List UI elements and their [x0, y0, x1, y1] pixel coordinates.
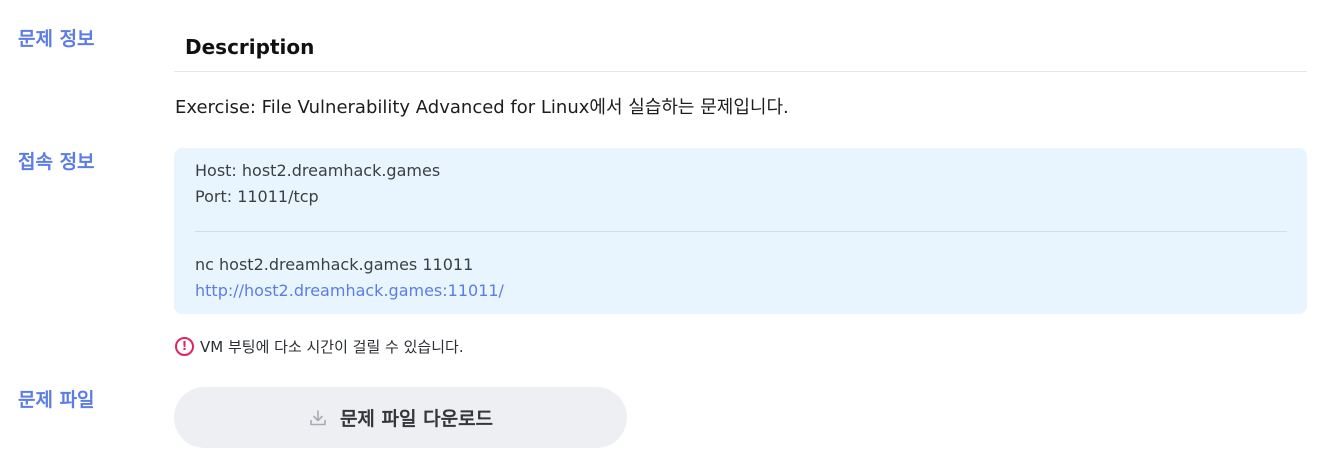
connection-nc-command: nc host2.dreamhack.games 11011 — [195, 255, 474, 274]
section-label-connection-info: 접속 정보 — [18, 151, 95, 173]
section-label-problem-file: 문제 파일 — [18, 389, 95, 411]
connection-divider — [195, 231, 1287, 232]
description-text: Exercise: File Vulnerability Advanced fo… — [175, 97, 789, 118]
connection-info-box: Host: host2.dreamhack.games Port: 11011/… — [174, 148, 1307, 314]
download-icon — [308, 408, 328, 428]
connection-port: Port: 11011/tcp — [195, 187, 319, 206]
alert-circle-icon: ! — [175, 336, 194, 356]
download-button-label: 문제 파일 다운로드 — [339, 408, 494, 430]
download-problem-file-button[interactable]: 문제 파일 다운로드 — [174, 387, 627, 448]
vm-boot-notice: ! VM 부팅에 다소 시간이 걸릴 수 있습니다. — [175, 335, 464, 357]
description-header: Description — [174, 32, 1307, 72]
section-label-problem-info: 문제 정보 — [18, 28, 95, 50]
notice-text: VM 부팅에 다소 시간이 걸릴 수 있습니다. — [200, 337, 464, 356]
description-title: Description — [185, 35, 315, 59]
connection-host: Host: host2.dreamhack.games — [195, 161, 441, 180]
connection-url-link[interactable]: http://host2.dreamhack.games:11011/ — [195, 281, 504, 300]
